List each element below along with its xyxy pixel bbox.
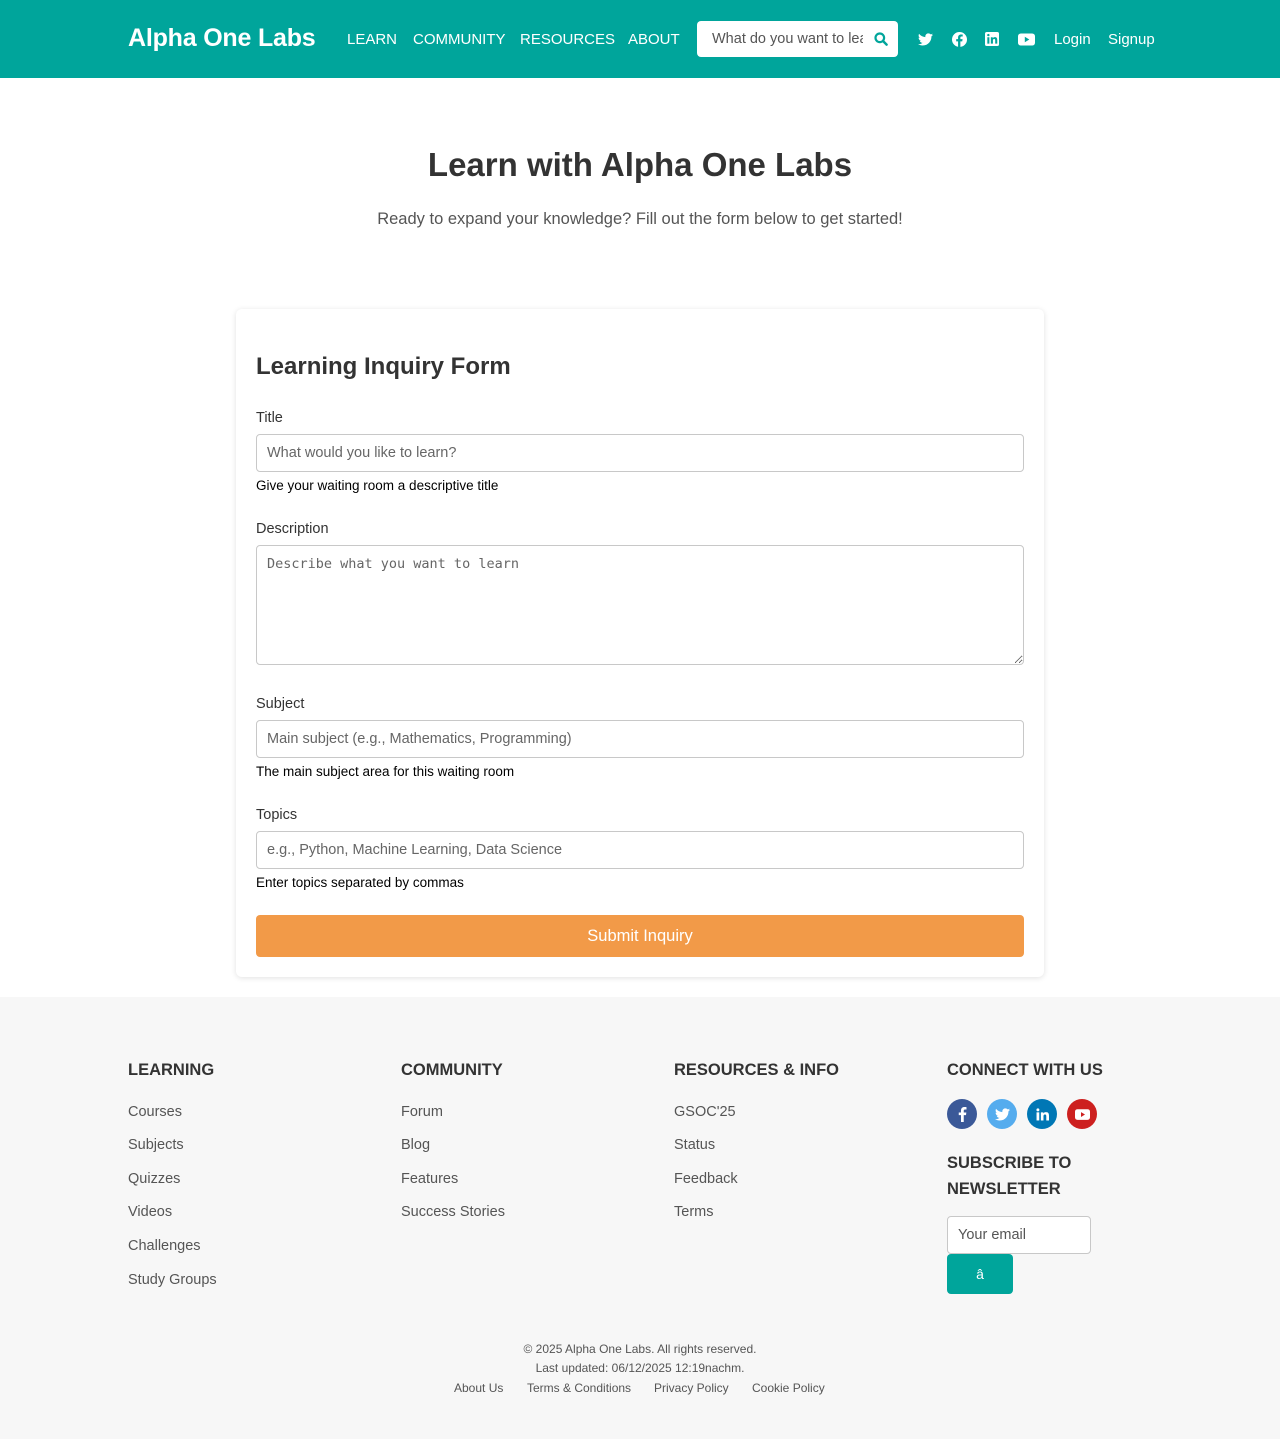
- page-subtitle: Ready to expand your knowledge? Fill out…: [377, 210, 903, 228]
- newsletter-email-input[interactable]: [947, 1216, 1091, 1254]
- title-input[interactable]: [256, 434, 1024, 472]
- footer-linkedin-button[interactable]: [1027, 1099, 1057, 1129]
- bottom-link-privacy-policy[interactable]: Privacy Policy: [654, 1381, 729, 1395]
- bottom-link-about-us[interactable]: About Us: [454, 1381, 503, 1395]
- linkedin-icon[interactable]: [983, 30, 1001, 48]
- youtube-icon: [1074, 1108, 1090, 1120]
- footer-link-terms[interactable]: Terms: [674, 1204, 713, 1220]
- footer-link-study-groups[interactable]: Study Groups: [128, 1272, 217, 1288]
- facebook-icon: [958, 1106, 966, 1122]
- title-help-text: Give your waiting room a descriptive tit…: [256, 478, 499, 493]
- form-title: Learning Inquiry Form: [256, 353, 511, 380]
- footer-link-forum[interactable]: Forum: [401, 1104, 443, 1120]
- topics-label: Topics: [256, 807, 298, 823]
- youtube-icon[interactable]: [1017, 30, 1035, 48]
- nav-about[interactable]: ABOUT: [628, 31, 680, 48]
- nav-learn[interactable]: LEARN: [347, 31, 397, 48]
- footer-link-status[interactable]: Status: [674, 1137, 715, 1153]
- footer-link-quizzes[interactable]: Quizzes: [128, 1171, 180, 1187]
- signup-link[interactable]: Signup: [1108, 31, 1155, 48]
- footer-learning-heading: LEARNING: [128, 1061, 215, 1079]
- footer-resources-heading: RESOURCES & INFO: [674, 1061, 840, 1079]
- footer-twitter-button[interactable]: [987, 1099, 1017, 1129]
- search-box: [697, 21, 898, 57]
- linkedin-icon: [1035, 1107, 1049, 1120]
- footer-youtube-button[interactable]: [1067, 1099, 1097, 1129]
- subject-label: Subject: [256, 696, 305, 712]
- footer-link-blog[interactable]: Blog: [401, 1137, 430, 1153]
- bottom-link-cookie-policy[interactable]: Cookie Policy: [752, 1381, 825, 1395]
- last-updated-text: Last updated: 06/12/2025 12:19nachm.: [535, 1361, 745, 1375]
- footer-community-heading: COMMUNITY: [401, 1061, 503, 1079]
- footer-facebook-button[interactable]: [947, 1099, 977, 1129]
- search-input[interactable]: [697, 21, 863, 57]
- topics-help-text: Enter topics separated by commas: [256, 875, 464, 890]
- newsletter-subscribe-button[interactable]: â: [947, 1254, 1013, 1294]
- topics-input[interactable]: [256, 831, 1024, 869]
- footer-link-features[interactable]: Features: [401, 1171, 458, 1187]
- search-button[interactable]: [863, 21, 898, 57]
- nav-resources[interactable]: RESOURCES: [520, 31, 615, 48]
- copyright-text: © 2025 Alpha One Labs. All rights reserv…: [523, 1342, 757, 1356]
- description-label: Description: [256, 521, 329, 537]
- twitter-icon[interactable]: [916, 30, 934, 48]
- footer-link-subjects[interactable]: Subjects: [128, 1137, 184, 1153]
- footer-link-success-stories[interactable]: Success Stories: [401, 1204, 505, 1220]
- site-header: Alpha One Labs LEARN COMMUNITY RESOURCES…: [0, 0, 1280, 78]
- footer-link-challenges[interactable]: Challenges: [128, 1238, 201, 1254]
- login-link[interactable]: Login: [1054, 31, 1091, 48]
- subject-input[interactable]: [256, 720, 1024, 758]
- site-logo[interactable]: Alpha One Labs: [128, 24, 316, 53]
- description-textarea[interactable]: [256, 545, 1024, 665]
- footer-link-feedback[interactable]: Feedback: [674, 1171, 738, 1187]
- nav-community[interactable]: COMMUNITY: [413, 31, 506, 48]
- newsletter-heading: SUBSCRIBE TO NEWSLETTER: [947, 1154, 1072, 1198]
- footer-link-courses[interactable]: Courses: [128, 1104, 182, 1120]
- twitter-icon: [994, 1107, 1010, 1120]
- title-label: Title: [256, 410, 283, 426]
- submit-inquiry-button[interactable]: Submit Inquiry: [256, 915, 1024, 957]
- facebook-icon[interactable]: [950, 30, 968, 48]
- subject-help-text: The main subject area for this waiting r…: [256, 764, 515, 779]
- bottom-link-terms-conditions[interactable]: Terms & Conditions: [527, 1381, 631, 1395]
- search-icon: [873, 32, 888, 46]
- footer-link-videos[interactable]: Videos: [128, 1204, 172, 1220]
- footer-connect-heading: CONNECT WITH US: [947, 1061, 1103, 1079]
- footer-link-gsoc[interactable]: GSOC'25: [674, 1104, 736, 1120]
- page-title: Learn with Alpha One Labs: [427, 146, 853, 183]
